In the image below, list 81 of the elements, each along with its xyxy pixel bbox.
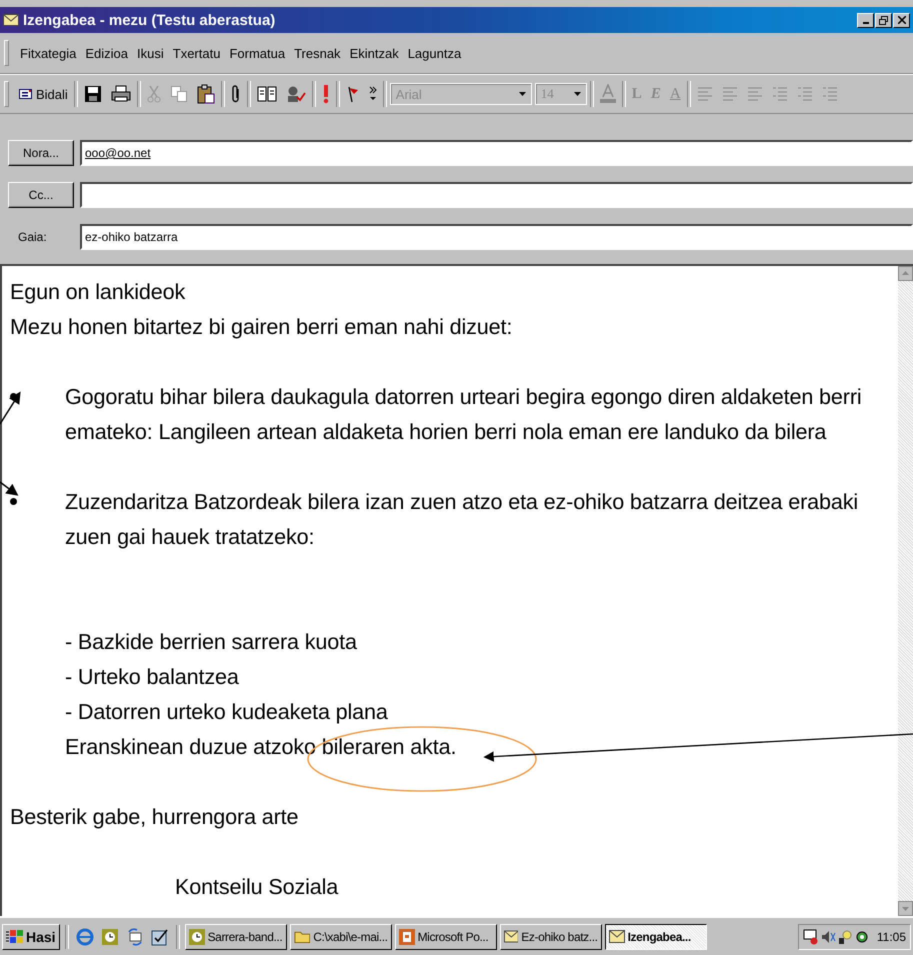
taskbar-button[interactable]: Sarrera-band... — [184, 924, 287, 950]
checklist-icon — [150, 928, 169, 946]
subject-field[interactable]: ez-ohiko batzarra — [80, 224, 913, 250]
arrow — [0, 391, 21, 424]
start-button[interactable]: Hasi — [2, 924, 60, 950]
menu-item[interactable]: Laguntza — [408, 46, 462, 60]
sync-icon — [126, 928, 144, 946]
gear-icon — [854, 928, 870, 944]
printer-icon — [110, 85, 131, 103]
caret-icon — [518, 92, 526, 96]
cc-field[interactable] — [80, 182, 913, 208]
close-button[interactable] — [893, 12, 910, 28]
body-text: Egun on lankideok — [10, 278, 186, 306]
align-icon — [722, 86, 738, 102]
clock-icon — [188, 928, 205, 944]
envelope-icon — [504, 930, 518, 943]
restore-icon — [879, 16, 888, 24]
body-text: Mezu honen bitartez bi gairen berri eman nahi dizuet: — [10, 313, 512, 341]
menu-item[interactable]: Txertatu — [172, 46, 220, 60]
menu-item[interactable]: Ikusi — [137, 46, 164, 60]
body-text: - Urteko balantzea — [64, 663, 239, 691]
send-button[interactable]: Bidali — [14, 80, 71, 108]
to-button[interactable]: Nora... — [8, 140, 74, 166]
taskbar-button[interactable]: Ez-ohiko batz... — [500, 924, 602, 950]
taskbar-button[interactable]: Microsoft Po... — [394, 924, 497, 950]
menu-item[interactable]: Edizioa — [85, 46, 128, 60]
align-icon — [822, 86, 838, 102]
clock-icon — [100, 928, 119, 946]
caret-icon — [574, 92, 581, 96]
align-icon — [796, 86, 813, 102]
body-text: - Bazkide berrien sarrera kuota — [64, 628, 357, 656]
subject-label: Gaia: — [17, 230, 48, 244]
cc-button[interactable]: Cc... — [8, 182, 74, 208]
send-icon — [17, 88, 33, 100]
close-icon — [898, 16, 906, 24]
body-text: Eranskinean duzue atzoko bileraren akta. — [64, 733, 456, 761]
person-check-icon — [286, 85, 306, 103]
align-icon — [746, 86, 763, 102]
presentation-icon — [398, 928, 415, 944]
to-field[interactable]: ooo@oo.net — [80, 140, 913, 166]
menu-item[interactable]: Tresnak — [294, 46, 341, 60]
speaker-icon — [820, 928, 836, 944]
bullet-icon — [10, 498, 17, 505]
body-text: - Datorren urteko kudeaketa plana — [64, 698, 388, 726]
restore-button[interactable] — [875, 12, 892, 28]
font-color-icon — [600, 84, 616, 104]
align-icon — [772, 86, 788, 102]
body-text: Besterik gabe, hurrengora arte — [10, 803, 298, 831]
browser-button[interactable] — [74, 928, 96, 946]
lightbulb-icon — [836, 928, 853, 944]
scroll-up-icon — [898, 266, 913, 281]
chevron-icon — [368, 85, 377, 103]
folder-icon — [294, 929, 310, 944]
windows-logo-icon — [6, 928, 24, 944]
align-icon — [696, 86, 713, 102]
scroll-down-icon — [898, 901, 913, 916]
menu-item[interactable]: Fitxategia — [20, 46, 76, 60]
paperclip-icon — [230, 84, 241, 104]
exclamation-icon — [322, 84, 330, 104]
body-text: Zuzendaritza Batzordeak bilera izan zuen atzo eta ez-ohiko batzarra deitzea erabaki zuen gai hauek tratatzeko: — [65, 488, 859, 551]
monitor-icon — [802, 928, 819, 944]
clipboard-icon — [196, 84, 215, 104]
scrollbar[interactable] — [898, 266, 913, 916]
arrow — [0, 481, 18, 496]
body-text: Gogoratu bihar bilera daukagula datorren urteari begira egongo diren aldaketen berri emateko: Langileen artean aldaketa horien berri nola eman ere landuko da bilera — [65, 383, 863, 446]
window-title: Izengabea - mezu (Testu aberastua) — [23, 12, 276, 28]
taskbar-button[interactable]: C:\xabi\e-mai... — [290, 924, 392, 950]
scissors-icon — [146, 85, 161, 103]
envelope-icon — [608, 930, 625, 943]
menu-item[interactable]: Formatua — [229, 46, 286, 60]
clock-text: 11:05 — [876, 930, 906, 944]
envelope-icon — [3, 13, 19, 27]
copy-icon — [170, 85, 188, 103]
flag-icon — [346, 85, 360, 103]
floppy-icon — [84, 85, 102, 103]
minimize-button[interactable] — [857, 12, 874, 28]
globe-icon — [76, 928, 94, 946]
menu-item[interactable]: Ekintzak — [350, 46, 399, 60]
signature-text: Kontseilu Soziala — [174, 873, 338, 901]
taskbar-button[interactable]: Izengabea... — [604, 924, 707, 950]
book-icon — [256, 85, 277, 103]
